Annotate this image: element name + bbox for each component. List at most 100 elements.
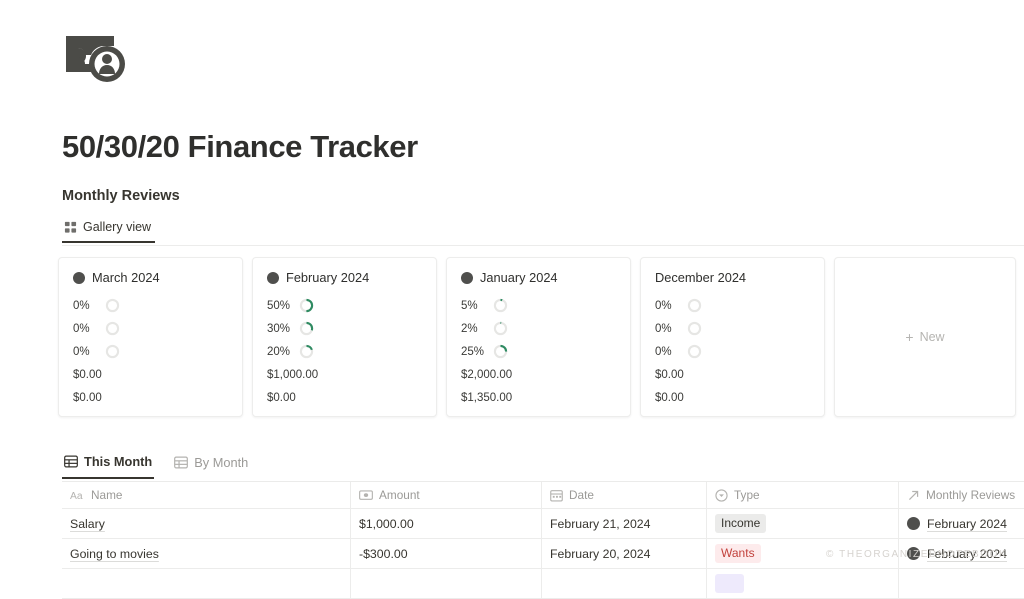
card-amount: $0.00: [73, 386, 228, 409]
status-dot-icon: [267, 272, 279, 284]
card-progress-row: 2%: [461, 317, 616, 340]
card-amount: $0.00: [73, 363, 228, 386]
card-title-row: December 2024: [655, 270, 810, 285]
progress-ring-icon: [687, 344, 702, 359]
tab-by-month-label: By Month: [194, 455, 248, 470]
progress-ring-icon: [687, 321, 702, 336]
progress-ring-icon: [105, 321, 120, 336]
column-header-date-label: Date: [569, 488, 594, 502]
page-title: 50/30/20 Finance Tracker: [62, 128, 418, 165]
progress-percent: 0%: [655, 323, 681, 335]
tab-by-month[interactable]: By Month: [172, 453, 250, 478]
cell-type[interactable]: [707, 569, 899, 599]
calendar-icon: [550, 489, 563, 502]
gallery-toolbar-divider: [62, 245, 1024, 246]
type-badge: Income: [715, 514, 766, 533]
card-progress-row: 0%: [655, 340, 810, 363]
column-header-date[interactable]: Date: [542, 482, 707, 509]
column-header-amount[interactable]: Amount: [351, 482, 542, 509]
cell-type[interactable]: Income: [707, 509, 899, 539]
cell-date[interactable]: February 20, 2024: [542, 539, 707, 569]
table-row[interactable]: Going to movies -$300.00 February 20, 20…: [62, 539, 1024, 569]
gallery-grid-icon: [64, 221, 77, 234]
progress-percent: 20%: [267, 346, 293, 358]
status-dot-icon: [907, 547, 920, 560]
tab-gallery-view[interactable]: Gallery view: [62, 218, 155, 243]
type-badge: Wants: [715, 544, 761, 563]
card-title: February 2024: [286, 270, 369, 285]
cell-type[interactable]: Wants: [707, 539, 899, 569]
gallery-view-tabbar: Gallery view: [62, 218, 155, 243]
card-title: January 2024: [480, 270, 558, 285]
cell-name[interactable]: Salary: [62, 509, 351, 539]
svg-text:Aa: Aa: [70, 491, 83, 501]
table-icon: [174, 456, 188, 469]
column-header-monthly-reviews[interactable]: Monthly Reviews: [899, 482, 1024, 509]
card-progress-row: 0%: [73, 340, 228, 363]
card-progress-row: 50%: [267, 294, 422, 317]
card-amount: $0.00: [655, 386, 810, 409]
cell-amount[interactable]: -$300.00: [351, 539, 542, 569]
tab-gallery-view-label: Gallery view: [83, 220, 151, 234]
progress-ring-icon: [299, 321, 314, 336]
gallery-card[interactable]: March 2024 0% 0% 0% $0.00 $0.00: [58, 257, 243, 417]
card-amount: $1,000.00: [267, 363, 422, 386]
row-name-link[interactable]: Going to movies: [70, 547, 159, 561]
tab-this-month[interactable]: This Month: [62, 452, 154, 479]
status-dot-icon: [461, 272, 473, 284]
cell-amount[interactable]: $1,000.00: [351, 509, 542, 539]
cell-name[interactable]: Going to movies: [62, 539, 351, 569]
gallery-card[interactable]: January 2024 5% 2% 25% $2,000.00 $1,350.…: [446, 257, 631, 417]
cell-name[interactable]: [62, 569, 351, 599]
card-title-row: March 2024: [73, 270, 228, 285]
cell-amount[interactable]: [351, 569, 542, 599]
cell-monthly-reviews[interactable]: [899, 569, 1024, 599]
status-dot-icon: [73, 272, 85, 284]
card-title: December 2024: [655, 270, 746, 285]
gallery-card-list: March 2024 0% 0% 0% $0.00 $0.00 February…: [58, 257, 1016, 417]
cell-date[interactable]: February 21, 2024: [542, 509, 707, 539]
column-header-type-label: Type: [734, 488, 760, 502]
cell-monthly-reviews[interactable]: February 2024: [899, 539, 1024, 569]
card-progress-row: 0%: [73, 294, 228, 317]
table-header-row: Aa Name Amount: [62, 482, 1024, 509]
column-header-name[interactable]: Aa Name: [62, 482, 351, 509]
card-amount: $0.00: [655, 363, 810, 386]
card-title: March 2024: [92, 270, 160, 285]
cell-date[interactable]: [542, 569, 707, 599]
relation-link[interactable]: February 2024: [927, 517, 1007, 531]
table-row[interactable]: Salary $1,000.00 February 21, 2024 Incom…: [62, 509, 1024, 539]
page-icon[interactable]: [62, 28, 132, 90]
plus-icon: +: [905, 330, 913, 344]
progress-percent: 25%: [461, 346, 487, 358]
card-progress-row: 20%: [267, 340, 422, 363]
progress-percent: 0%: [73, 323, 99, 335]
column-header-amount-label: Amount: [379, 488, 420, 502]
card-title-row: January 2024: [461, 270, 616, 285]
gallery-card[interactable]: December 2024 0% 0% 0% $0.00 $0.00: [640, 257, 825, 417]
card-progress-row: 0%: [73, 317, 228, 340]
progress-ring-icon: [687, 298, 702, 313]
progress-ring-icon: [299, 344, 314, 359]
progress-ring-icon: [493, 298, 508, 313]
progress-percent: 5%: [461, 300, 487, 312]
column-header-type[interactable]: Type: [707, 482, 899, 509]
progress-ring-icon: [493, 321, 508, 336]
cell-monthly-reviews[interactable]: February 2024: [899, 509, 1024, 539]
row-name-link[interactable]: Salary: [70, 517, 105, 531]
money-icon: [359, 489, 373, 501]
progress-ring-icon: [493, 344, 508, 359]
status-dot-icon: [907, 517, 920, 530]
database-title: Monthly Reviews: [62, 188, 180, 204]
gallery-card[interactable]: February 2024 50% 30% 20% $1,000.00 $0.0…: [252, 257, 437, 417]
table-row[interactable]: [62, 569, 1024, 599]
card-progress-row: 0%: [655, 294, 810, 317]
column-header-monthly-reviews-label: Monthly Reviews: [926, 488, 1015, 502]
column-header-name-label: Name: [91, 488, 122, 502]
card-amount: $1,350.00: [461, 386, 616, 409]
relation-link[interactable]: February 2024: [927, 547, 1007, 561]
card-title-row: February 2024: [267, 270, 422, 285]
new-card-button[interactable]: + New: [834, 257, 1016, 417]
relation-arrow-icon: [907, 489, 920, 502]
progress-percent: 2%: [461, 323, 487, 335]
